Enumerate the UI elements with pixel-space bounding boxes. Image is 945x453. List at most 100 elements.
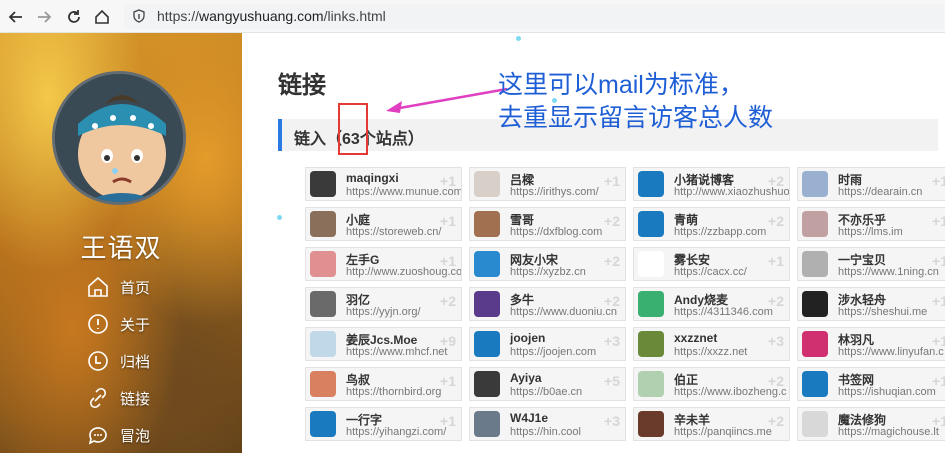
link-avatar [474,171,500,197]
link-card[interactable]: 羽亿 https://yyjn.org/+2 [305,287,462,321]
link-avatar [310,251,336,277]
link-card[interactable]: 雾长安 https://cacx.cc/+1 [633,247,790,281]
link-card[interactable]: 辛未羊 https://panqiincs.me +2 [633,407,790,441]
link-url: https://magichouse.lt [838,426,939,438]
link-url: https://storeweb.cn/ [346,226,442,238]
back-arrow-icon[interactable] [5,6,27,28]
url-path: /links.html [323,8,386,24]
link-count-badge: +1 [440,413,456,429]
link-count-badge: +1 [440,373,456,389]
link-card[interactable]: W4J1e https://hin.cool +3 [469,407,626,441]
link-card[interactable]: 青萌 https://zzbapp.com +2 [633,207,790,241]
url-host: wangyushuang.com [199,8,324,24]
main-content: 链接 链入（63个站点） 这里可以mail为标准， 去重显示留言访客总人数 ma… [242,33,945,453]
link-count-badge: +2 [768,173,784,189]
link-avatar [474,251,500,277]
link-url: https://dxfblog.com [510,226,603,238]
annotation-line-2: 去重显示留言访客总人数 [498,104,774,132]
nav-about-label: 关于 [120,316,151,334]
link-name: Ayiya [510,371,542,385]
address-bar[interactable]: https://wangyushuang.com/links.html [124,4,944,29]
link-avatar [802,331,828,357]
link-count-badge: +2 [768,293,784,309]
link-card[interactable]: joojen https://joojen.com +3 [469,327,626,361]
link-card[interactable]: 时雨https://dearain.cn+1 [797,167,945,201]
link-card[interactable]: 不亦乐乎https://lms.im+1 [797,207,945,241]
url-text[interactable]: https://wangyushuang.com/links.html [157,8,386,24]
link-name: joojen [510,331,546,345]
decor-dot [516,36,521,41]
link-card[interactable]: 林羽凡https://www.linyufan.c+1 [797,327,945,361]
link-url: https://irithys.com/ [510,186,599,198]
site-info-shield-icon[interactable] [132,9,146,23]
avatar[interactable] [52,71,186,205]
forward-arrow-icon[interactable] [33,6,55,28]
link-count-badge: +1 [604,173,620,189]
archive-clock-icon [88,351,108,371]
link-avatar [638,171,664,197]
link-card[interactable]: 雪哥 https://dxfblog.com +2 [469,207,626,241]
link-card[interactable]: 书签网https://ishuqian.com+1 [797,367,945,401]
link-name: xxzznet [674,331,718,345]
home-button-icon[interactable] [91,6,113,28]
link-avatar [638,331,664,357]
link-avatar [638,371,664,397]
link-url: https://joojen.com [510,346,597,358]
link-card[interactable]: 吕樑 https://irithys.com/+1 [469,167,626,201]
link-card[interactable]: 左手G http://www.zuoshoug.com +1 [305,247,462,281]
reload-icon[interactable] [63,6,85,28]
decor-dot [277,215,282,220]
link-url: https://b0ae.cn [510,386,583,398]
nav-home[interactable]: 首页 [86,273,206,301]
link-card[interactable]: 魔法修狗https://magichouse.lt+1 [797,407,945,441]
link-count-badge: +2 [768,413,784,429]
link-card[interactable]: Andy烧麦 https://4311346.com +2 [633,287,790,321]
link-avatar [802,371,828,397]
heading-prefix: 链入（ [294,131,343,148]
nav-links[interactable]: 链接 [86,384,206,412]
link-count-badge: +3 [604,333,620,349]
annotation-arrow [386,87,508,113]
link-avatar [474,211,500,237]
link-card[interactable]: xxzznet https://xxzz.net +3 [633,327,790,361]
link-url: https://thornbird.org [346,386,442,398]
nav-archive[interactable]: 归档 [86,347,206,375]
link-card[interactable]: Ayiya https://b0ae.cn +5 [469,367,626,401]
link-count-badge: +2 [768,213,784,229]
link-avatar [310,171,336,197]
site-name[interactable]: 王语双 [0,228,242,265]
link-count-badge: +1 [440,213,456,229]
link-avatar [638,411,664,437]
link-card[interactable]: 伯正 https://www.ibozheng.c +2 [633,367,790,401]
link-card[interactable]: 一行字 https://yihangzi.com/+1 [305,407,462,441]
link-card[interactable]: 小猪说博客 http://www.xiaozhushuo +2 [633,167,790,201]
link-avatar [802,211,828,237]
nav-bubble[interactable]: 冒泡 [86,421,206,449]
link-count-badge: +5 [604,373,620,389]
link-avatar [474,331,500,357]
link-avatar [638,211,664,237]
link-avatar [474,371,500,397]
link-card[interactable]: 一宁宝贝https://www.1ning.cn+1 [797,247,945,281]
link-url: https://4311346.com [674,306,773,318]
link-card[interactable]: 涉水轻舟https://sheshui.me+1 [797,287,945,321]
link-count-badge: +1 [932,333,945,349]
link-card[interactable]: 多牛 https://www.duoniu.cn +2 [469,287,626,321]
link-count-badge: +1 [932,413,945,429]
link-card[interactable]: 网友小宋 https://xyzbz.cn +2 [469,247,626,281]
link-url: https://zzbapp.com [674,226,767,238]
nav-links-label: 链接 [120,390,151,408]
count-highlight-box [338,103,368,155]
link-avatar [310,411,336,437]
browser-toolbar: https://wangyushuang.com/links.html [0,0,945,33]
chat-bubble-icon [88,427,107,445]
page-title: 链接 [278,72,326,99]
link-card[interactable]: 姜辰Jcs.Moe https://www.mhcf.net +9 [305,327,462,361]
link-name: maqingxi [346,171,399,185]
link-card[interactable]: 鸟叔 https://thornbird.org +1 [305,367,462,401]
nav-about[interactable]: 关于 [86,310,206,338]
link-url: https://xxzz.net [674,346,748,358]
link-card[interactable]: maqingxi https://www.munue.com +1 [305,167,462,201]
link-avatar [638,291,664,317]
link-card[interactable]: 小庭 https://storeweb.cn/+1 [305,207,462,241]
